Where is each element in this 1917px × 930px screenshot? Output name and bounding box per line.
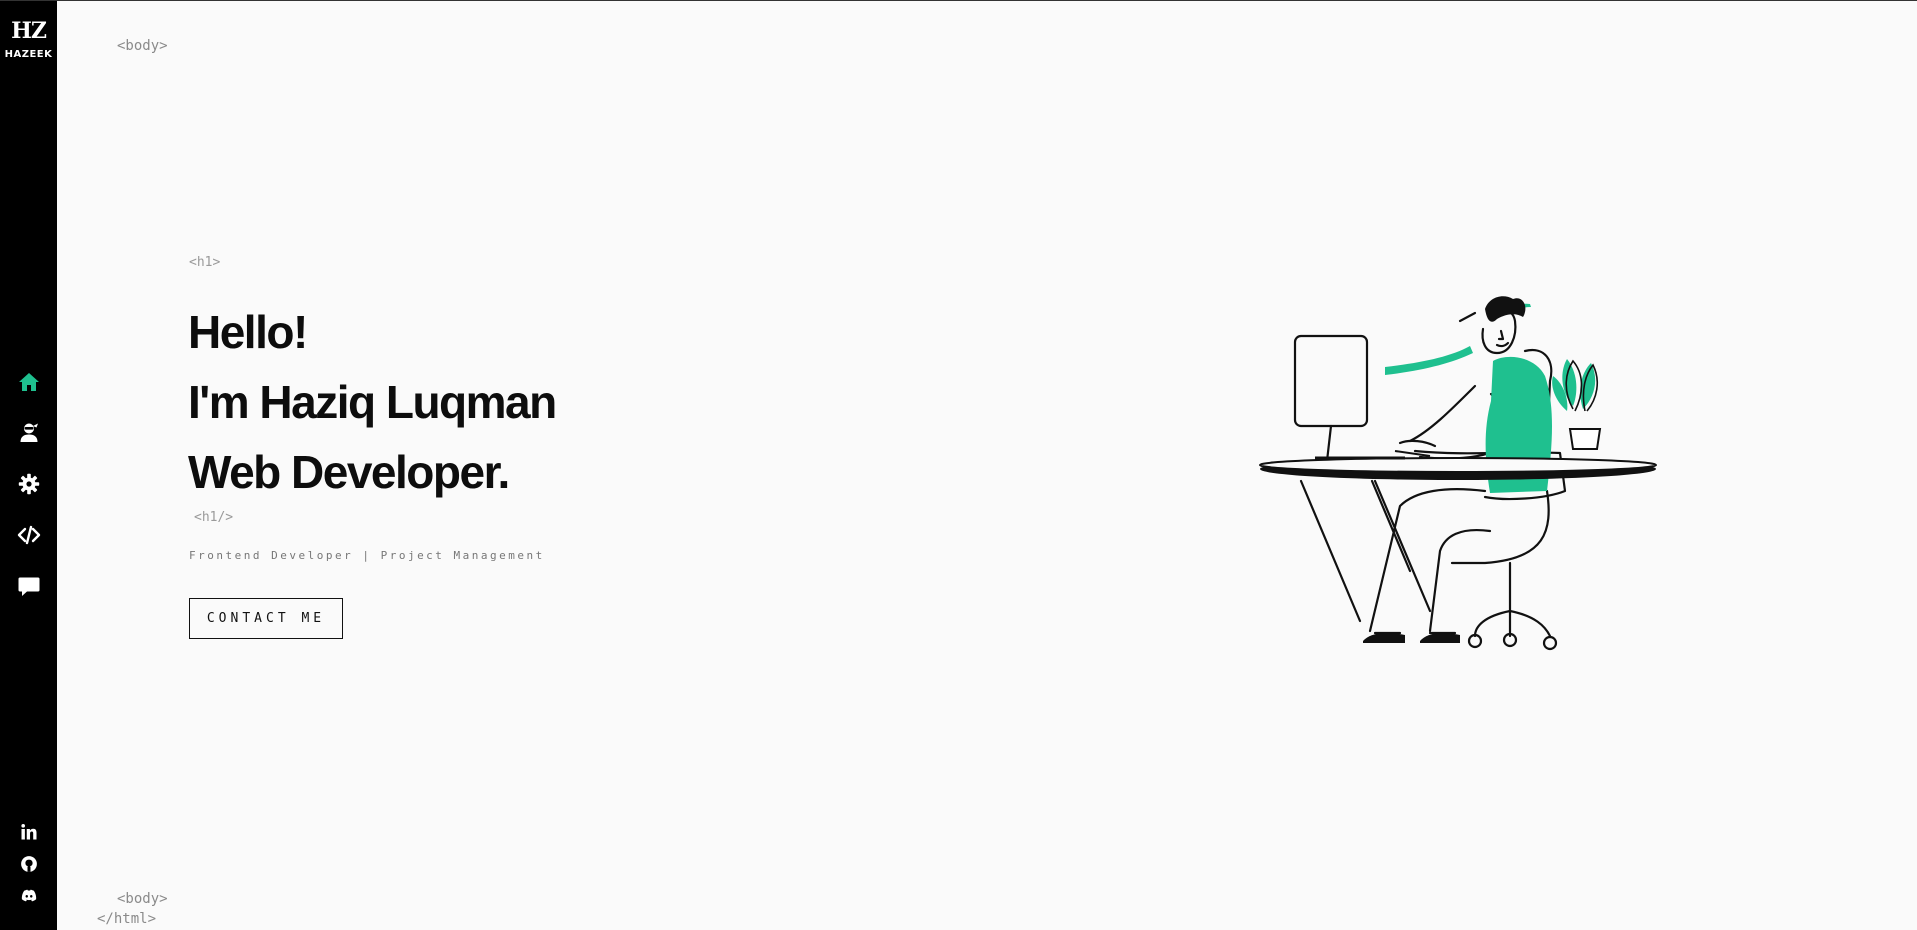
nav-projects[interactable] [0,509,57,560]
github-icon [20,856,37,872]
headline-line-3: Web Developer. [188,446,510,498]
chat-bubble-icon [18,577,39,596]
nav-skills[interactable] [0,458,57,509]
social-links [0,816,57,912]
hero-headline: Hello! I'm Haziq Luqman Web Developer. [188,297,557,507]
html-close-tag: </html> [97,911,157,927]
main-nav [0,356,57,611]
discord-icon [21,889,36,902]
logo-mark: HZ [11,18,47,44]
contact-me-button[interactable]: CONTACT ME [189,598,343,639]
gear-icon [18,473,39,494]
nav-about[interactable] [0,407,57,458]
linkedin-link[interactable] [0,816,57,848]
nav-home[interactable] [0,356,57,407]
logo-text: HAZEEK [4,49,53,60]
discord-link[interactable] [0,880,57,912]
logo[interactable]: HZ HAZEEK [0,19,57,60]
code-icon [17,525,40,544]
sidebar: HZ HAZEEK [0,1,57,930]
nav-contact[interactable] [0,560,57,611]
linkedin-icon [20,824,36,840]
developer-at-desk-illustration [1259,296,1657,651]
h1-close-tag: <h1/> [194,510,234,525]
hero-subtitle: Frontend Developer | Project Management [189,549,545,562]
headline-line-1: Hello! [188,306,308,358]
user-ninja-icon [20,423,38,442]
body-close-tag: <body> [117,891,168,907]
h1-open-tag: <h1> [189,255,221,270]
github-link[interactable] [0,848,57,880]
body-open-tag: <body> [117,38,168,54]
home-icon [18,372,39,391]
headline-line-2: I'm Haziq Luqman [188,376,557,428]
